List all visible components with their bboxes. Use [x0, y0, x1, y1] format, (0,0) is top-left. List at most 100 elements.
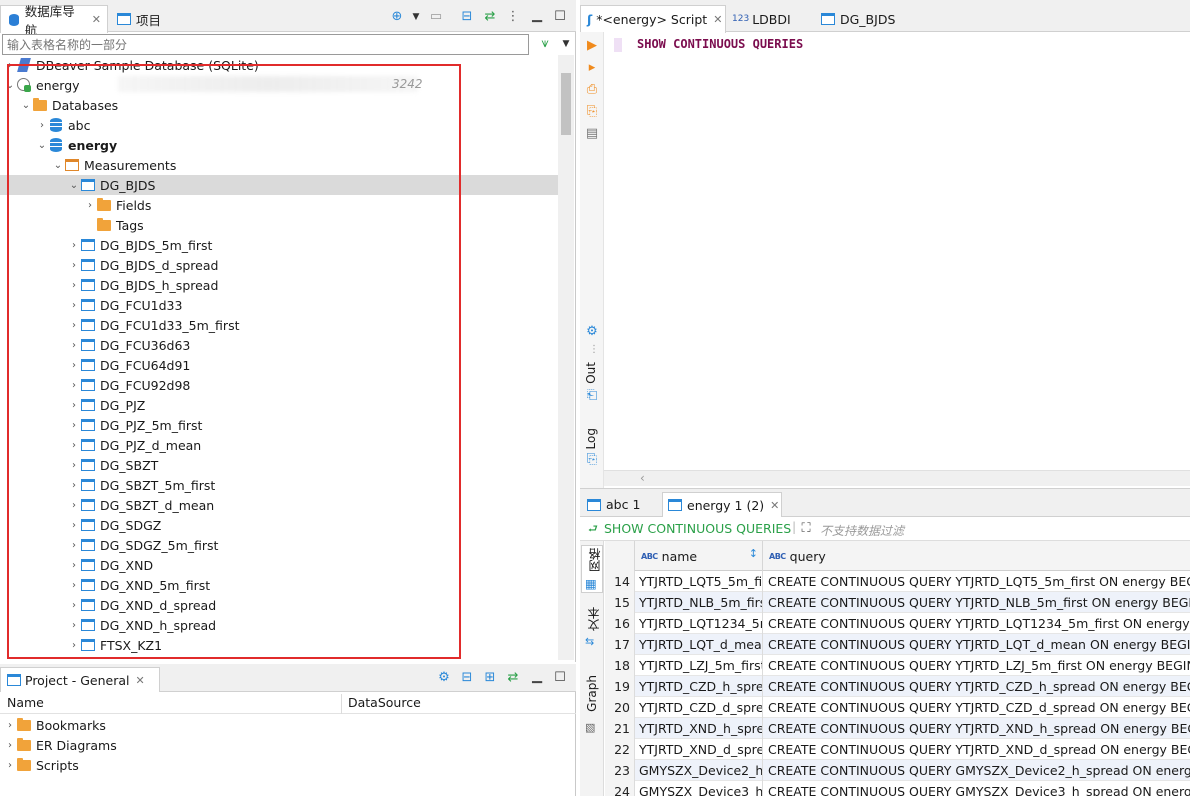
- tab-energy-script[interactable]: ʃ *<energy> Script ✕: [580, 5, 726, 33]
- output-icon[interactable]: ⎗: [584, 388, 600, 404]
- tree-item[interactable]: › DG_FCU36d63: [0, 335, 558, 355]
- tree-scrollbar[interactable]: [558, 55, 574, 660]
- tab-database-navigator[interactable]: 数据库导航 ✕: [0, 4, 108, 38]
- new-folder-icon[interactable]: ▭: [428, 9, 444, 25]
- tree-item[interactable]: › DG_SBZT_5m_first: [0, 475, 558, 495]
- close-icon[interactable]: ✕: [713, 13, 722, 26]
- row-number-cell[interactable]: 14: [605, 571, 635, 592]
- query-cell[interactable]: CREATE CONTINUOUS QUERY YTJRTD_NLB_5m_fi…: [763, 592, 1190, 613]
- grid-view-tab[interactable]: 网格 ▦: [581, 545, 603, 593]
- chevron-right-icon[interactable]: ›: [4, 715, 16, 735]
- query-cell[interactable]: CREATE CONTINUOUS QUERY YTJRTD_XND_d_spr…: [763, 739, 1190, 760]
- query-cell[interactable]: CREATE CONTINUOUS QUERY GMYSZX_Device2_h…: [763, 760, 1190, 781]
- chevron-down-icon[interactable]: ⌄: [20, 95, 32, 115]
- row-number-cell[interactable]: 18: [605, 655, 635, 676]
- name-cell[interactable]: GMYSZX_Device3_h_s: [635, 781, 763, 796]
- table-row[interactable]: 23 GMYSZX_Device2_h_s CREATE CONTINUOUS QU…: [605, 760, 1190, 781]
- chevron-right-icon[interactable]: ›: [68, 615, 80, 635]
- collapse-icon[interactable]: ⊟: [459, 670, 475, 686]
- maximize-icon[interactable]: ☐: [552, 9, 568, 25]
- tree-item[interactable]: › DG_PJZ_5m_first: [0, 415, 558, 435]
- row-number-cell[interactable]: 21: [605, 718, 635, 739]
- tree-item[interactable]: Tags: [0, 215, 558, 235]
- tree-item[interactable]: › DG_XND_h_spread: [0, 615, 558, 635]
- chevron-right-icon[interactable]: ›: [68, 535, 80, 555]
- view-menu-icon[interactable]: ⋮: [505, 9, 521, 25]
- chevron-right-icon[interactable]: ›: [68, 475, 80, 495]
- new-connection-icon[interactable]: ⊕: [389, 9, 405, 25]
- project-item-er-diagrams[interactable]: › ER Diagrams: [0, 735, 576, 755]
- chevron-right-icon[interactable]: ›: [4, 755, 16, 775]
- tree-item[interactable]: › DG_XND_5m_first: [0, 575, 558, 595]
- chevron-right-icon[interactable]: ›: [68, 295, 80, 315]
- query-cell[interactable]: CREATE CONTINUOUS QUERY YTJRTD_LZJ_5m_fi…: [763, 655, 1190, 676]
- text-view-label[interactable]: 文本: [585, 607, 602, 631]
- table-row[interactable]: 19 YTJRTD_CZD_h_sprea CREATE CONTINUOUS QU…: [605, 676, 1190, 697]
- chevron-right-icon[interactable]: ›: [36, 115, 48, 135]
- query-cell[interactable]: CREATE CONTINUOUS QUERY GMYSZX_Device3_h…: [763, 781, 1190, 796]
- table-row[interactable]: 24 GMYSZX_Device3_h_s CREATE CONTINUOUS QU…: [605, 781, 1190, 796]
- close-icon[interactable]: ✕: [136, 674, 145, 687]
- query-cell[interactable]: CREATE CONTINUOUS QUERY YTJRTD_LQT1234_5…: [763, 613, 1190, 634]
- chevron-right-icon[interactable]: ›: [68, 355, 80, 375]
- chevron-right-icon[interactable]: ›: [68, 635, 80, 655]
- tree-item[interactable]: › Fields: [0, 195, 558, 215]
- text-view-icon[interactable]: ⇆: [585, 635, 594, 648]
- chevron-right-icon[interactable]: ›: [68, 575, 80, 595]
- project-item-bookmarks[interactable]: › Bookmarks: [0, 715, 576, 735]
- row-number-cell[interactable]: 16: [605, 613, 635, 634]
- execute-in-new-tab-icon[interactable]: ▸: [584, 60, 600, 76]
- chevron-right-icon[interactable]: ›: [68, 495, 80, 515]
- refresh-query-icon[interactable]: ⮐: [585, 521, 601, 537]
- dropdown-arrow-icon[interactable]: ▼: [408, 9, 424, 25]
- tree-item[interactable]: › DG_BJDS_d_spread: [0, 255, 558, 275]
- expand-filter-icon[interactable]: ⛶: [798, 521, 814, 537]
- name-cell[interactable]: YTJRTD_LQT1234_5m: [635, 613, 763, 634]
- output-side-tab[interactable]: Out: [584, 362, 598, 384]
- tree-item[interactable]: › DG_SDGZ_5m_first: [0, 535, 558, 555]
- tab-project[interactable]: 项目: [112, 6, 172, 32]
- tree-item[interactable]: › DBeaver Sample Database (SQLite): [0, 55, 558, 75]
- chevron-right-icon[interactable]: ›: [68, 515, 80, 535]
- minimize-icon[interactable]: ▁: [529, 8, 545, 24]
- chevron-right-icon[interactable]: ›: [68, 595, 80, 615]
- explain-plan-icon[interactable]: ▤: [584, 126, 600, 142]
- tab-result-abc-1[interactable]: abc 1: [582, 492, 660, 517]
- tree-item[interactable]: ⌄ energy: [0, 135, 558, 155]
- settings-gear-icon[interactable]: ⚙: [584, 324, 600, 340]
- table-row[interactable]: 20 YTJRTD_CZD_d_sprea CREATE CONTINUOUS QU…: [605, 697, 1190, 718]
- table-filter-input[interactable]: [2, 34, 529, 55]
- maximize-icon[interactable]: ☐: [552, 670, 568, 686]
- tree-item[interactable]: › DG_FCU1d33: [0, 295, 558, 315]
- tree-item[interactable]: ⌄ Measurements: [0, 155, 558, 175]
- name-cell[interactable]: GMYSZX_Device2_h_s: [635, 760, 763, 781]
- chevron-right-icon[interactable]: ›: [68, 315, 80, 335]
- tree-item[interactable]: › DG_BJDS_h_spread: [0, 275, 558, 295]
- graph-view-label[interactable]: Graph: [585, 675, 599, 712]
- filter-dropdown-icon[interactable]: ▼: [558, 36, 574, 52]
- table-row[interactable]: 22 YTJRTD_XND_d_sprea CREATE CONTINUOUS QU…: [605, 739, 1190, 760]
- chevron-right-icon[interactable]: ›: [68, 455, 80, 475]
- chevron-right-icon[interactable]: ›: [68, 415, 80, 435]
- tab-ldbdi[interactable]: 123 LDBDI: [732, 6, 812, 32]
- chevron-down-icon[interactable]: ⌄: [4, 75, 16, 95]
- chevron-right-icon[interactable]: ›: [68, 235, 80, 255]
- chevron-right-icon[interactable]: ›: [4, 55, 16, 75]
- tree-item[interactable]: › DG_PJZ: [0, 395, 558, 415]
- tree-item[interactable]: › DG_XND: [0, 555, 558, 575]
- log-icon[interactable]: ⎘: [584, 452, 600, 468]
- chevron-right-icon[interactable]: ›: [84, 195, 96, 215]
- tree-item[interactable]: › DG_SBZT: [0, 455, 558, 475]
- name-cell[interactable]: YTJRTD_LZJ_5m_first: [635, 655, 763, 676]
- tree-item[interactable]: › DG_SBZT_d_mean: [0, 495, 558, 515]
- tree-item[interactable]: › DG_FCU1d33_5m_first: [0, 315, 558, 335]
- sql-code-line[interactable]: SHOW CONTINUOUS QUERIES: [637, 37, 803, 51]
- scroll-left-icon[interactable]: ‹: [640, 471, 645, 485]
- column-header-name[interactable]: ABC name ↕: [635, 541, 763, 571]
- tree-item[interactable]: › DG_SDGZ: [0, 515, 558, 535]
- chevron-down-icon[interactable]: ⌄: [68, 175, 80, 195]
- column-header-query[interactable]: ABC query: [763, 541, 1190, 571]
- editor-horizontal-scrollbar[interactable]: ‹: [604, 470, 1190, 486]
- tree-item[interactable]: › FTSX_KZ1: [0, 635, 558, 655]
- chevron-right-icon[interactable]: ›: [68, 395, 80, 415]
